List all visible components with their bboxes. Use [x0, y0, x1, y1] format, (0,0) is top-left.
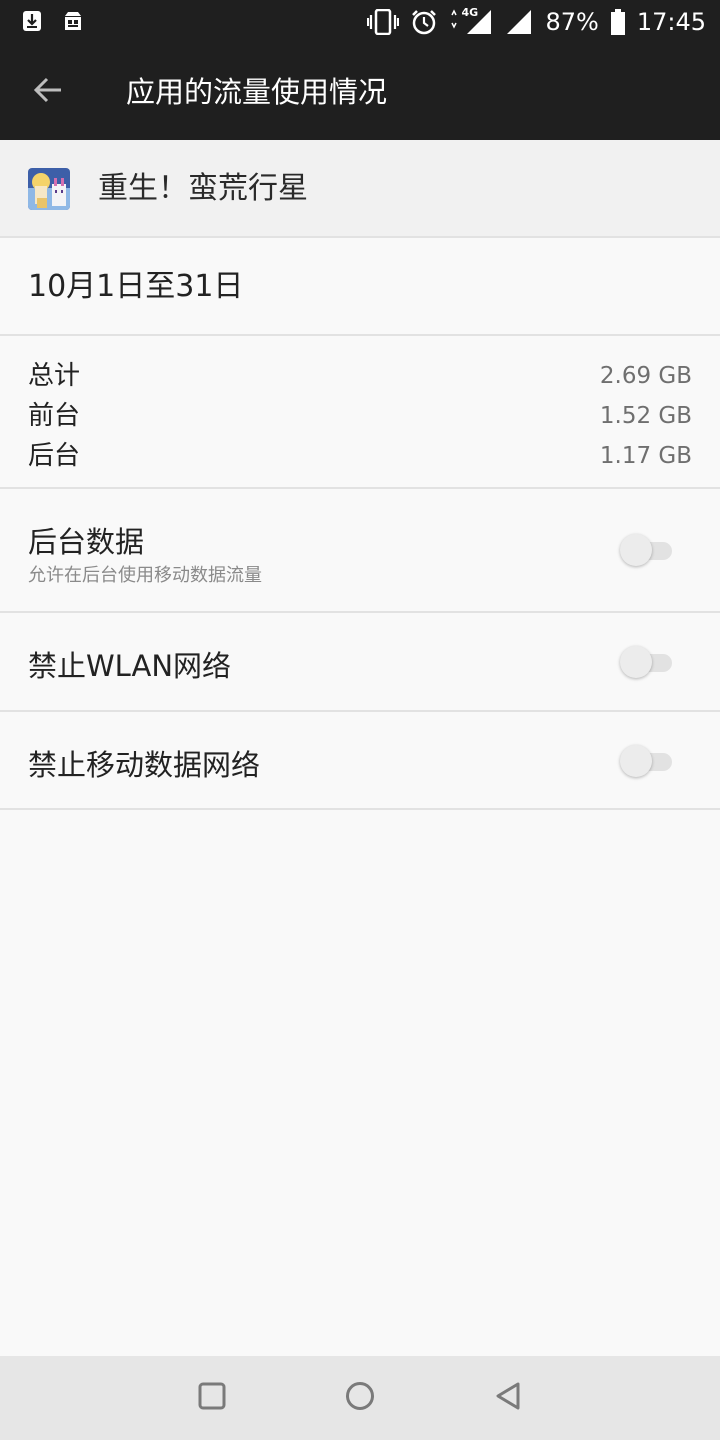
clock: 17:45	[636, 8, 706, 36]
alarm-icon	[411, 9, 437, 35]
back-button[interactable]	[22, 66, 74, 118]
background-data-setting[interactable]: 后台数据 允许在后台使用移动数据流量	[0, 489, 720, 613]
store-notification-icon	[62, 10, 84, 36]
signal-icon	[505, 9, 533, 35]
block-wlan-title: 禁止WLAN网络	[28, 649, 232, 683]
background-data-title: 后台数据	[28, 525, 145, 559]
app-bar: 应用的流量使用情况	[0, 44, 720, 140]
usage-foreground-value: 1.52 GB	[599, 403, 692, 429]
block-mobile-data-switch[interactable]	[620, 745, 672, 777]
usage-foreground-row: 前台 1.52 GB	[28, 396, 692, 436]
app-icon	[28, 168, 70, 210]
home-button[interactable]	[336, 1374, 384, 1422]
recents-button[interactable]	[188, 1374, 236, 1422]
usage-total-row: 总计 2.69 GB	[28, 356, 692, 396]
network-type-label: 4G	[461, 6, 479, 19]
switch-thumb	[620, 745, 652, 777]
battery-icon	[610, 9, 625, 35]
usage-background-value: 1.17 GB	[599, 443, 692, 469]
back-triangle-icon	[494, 1381, 522, 1415]
billing-period[interactable]: 10月1日至31日	[0, 238, 720, 336]
vibrate-icon	[367, 9, 400, 35]
download-notification-icon	[22, 10, 42, 36]
background-data-subtitle: 允许在后台使用移动数据流量	[28, 565, 262, 586]
block-wlan-switch[interactable]	[620, 646, 672, 678]
battery-percent: 87%	[545, 8, 599, 36]
usage-foreground-label: 前台	[28, 401, 81, 431]
switch-thumb	[620, 534, 652, 566]
usage-total-value: 2.69 GB	[599, 363, 692, 389]
usage-summary: 总计 2.69 GB 前台 1.52 GB 后台 1.17 GB	[0, 336, 720, 489]
status-right: 4G 87% 17:45	[367, 0, 706, 44]
page-title: 应用的流量使用情况	[126, 75, 388, 109]
arrow-back-icon	[33, 77, 63, 107]
app-header: 重生！蛮荒行星	[0, 140, 720, 238]
notification-icons	[22, 10, 84, 36]
recents-square-icon	[198, 1382, 226, 1414]
block-wlan-setting[interactable]: 禁止WLAN网络	[0, 613, 720, 712]
billing-period-label: 10月1日至31日	[28, 269, 244, 304]
home-circle-icon	[345, 1381, 375, 1415]
background-data-switch[interactable]	[620, 534, 672, 566]
signal-4g-icon: 4G	[449, 6, 493, 35]
block-mobile-data-title: 禁止移动数据网络	[28, 748, 261, 782]
app-name: 重生！蛮荒行星	[98, 171, 308, 206]
system-nav-bar	[0, 1356, 720, 1440]
block-mobile-data-setting[interactable]: 禁止移动数据网络	[0, 712, 720, 810]
switch-thumb	[620, 646, 652, 678]
status-bar: 4G 87% 17:45	[0, 0, 720, 44]
back-nav-button[interactable]	[484, 1374, 532, 1422]
usage-total-label: 总计	[28, 361, 81, 391]
usage-background-label: 后台	[28, 441, 81, 471]
usage-background-row: 后台 1.17 GB	[28, 436, 692, 476]
